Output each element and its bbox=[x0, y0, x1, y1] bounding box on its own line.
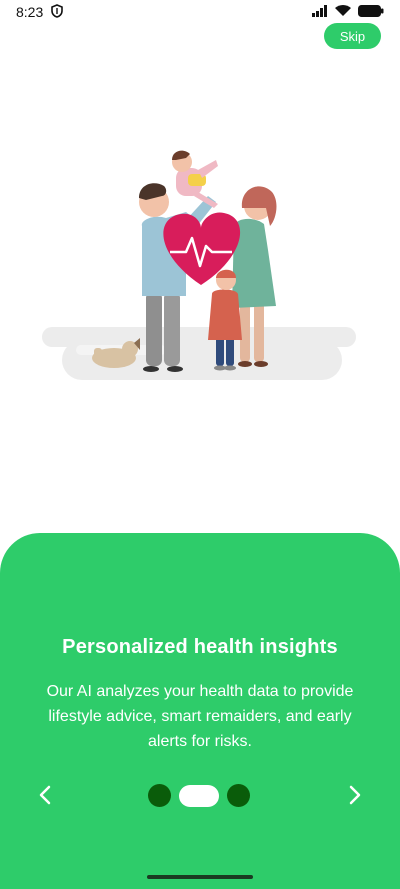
status-right bbox=[312, 4, 384, 20]
home-indicator[interactable] bbox=[147, 875, 253, 879]
previous-page-button[interactable] bbox=[30, 781, 60, 811]
shield-icon bbox=[51, 3, 64, 21]
onboarding-bottom-sheet: Personalized health insights Our AI anal… bbox=[0, 533, 400, 889]
next-page-button[interactable] bbox=[340, 781, 370, 811]
chevron-right-icon bbox=[348, 785, 362, 808]
onboarding-description: Our AI analyzes your health data to prov… bbox=[46, 683, 354, 750]
battery-icon bbox=[358, 4, 384, 20]
skip-button[interactable]: Skip bbox=[324, 23, 381, 49]
page-dot-2-active[interactable] bbox=[179, 784, 219, 807]
page-indicator bbox=[148, 784, 250, 807]
page-dot-3[interactable] bbox=[227, 784, 250, 807]
wifi-icon bbox=[334, 4, 352, 20]
status-left: 8:23 bbox=[16, 3, 64, 21]
onboarding-screen: 8:23 Skip Personalized health insights O… bbox=[0, 0, 400, 889]
onboarding-title: Personalized health insights bbox=[62, 636, 338, 658]
status-bar: 8:23 bbox=[0, 0, 400, 24]
chevron-left-icon bbox=[38, 785, 52, 808]
status-time: 8:23 bbox=[16, 4, 44, 20]
page-dot-1[interactable] bbox=[148, 784, 171, 807]
family-health-illustration bbox=[36, 140, 364, 390]
signal-icon bbox=[312, 4, 328, 20]
